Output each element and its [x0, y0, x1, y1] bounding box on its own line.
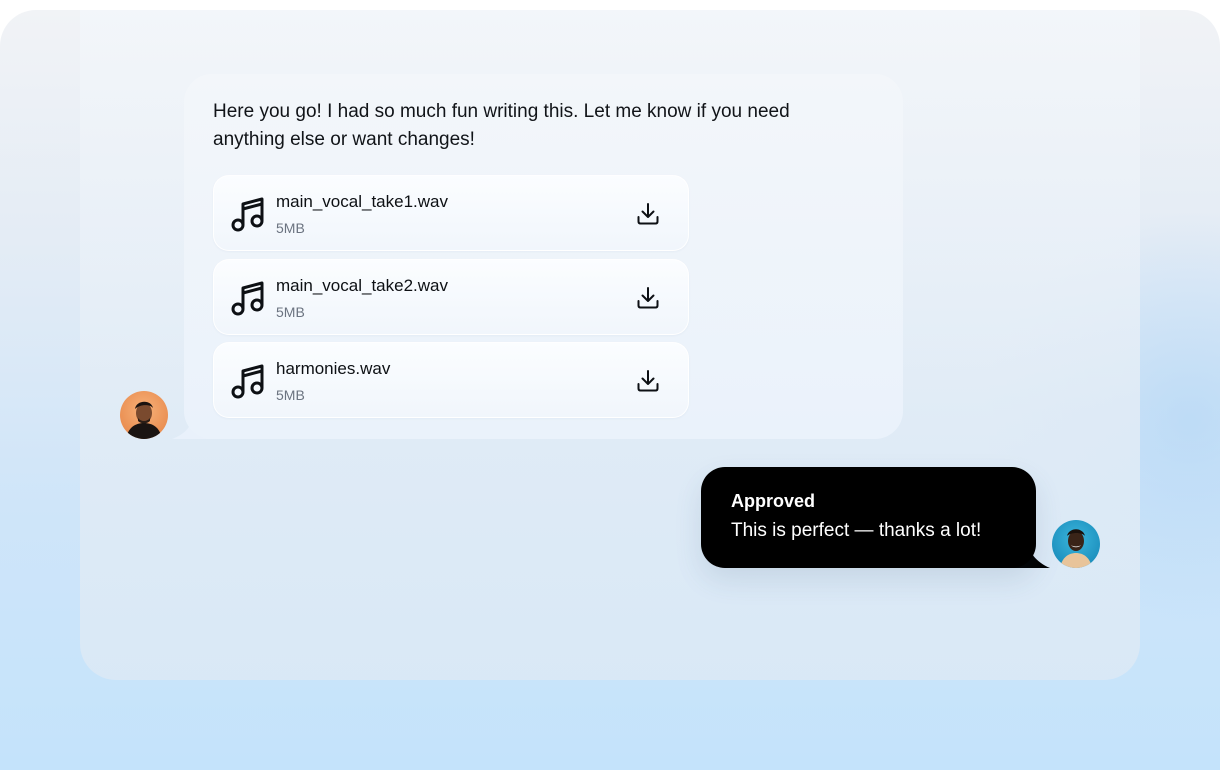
music-note-icon [231, 364, 264, 399]
outgoing-message-text: This is perfect — thanks a lot! [731, 520, 982, 541]
attachment-size: 5MB [276, 220, 305, 236]
incoming-message-text: Here you go! I had so much fun writing t… [213, 101, 790, 150]
attachment-card[interactable]: main_vocal_take2.wav 5MB [213, 259, 689, 335]
download-icon [637, 370, 659, 392]
attachment-size: 5MB [276, 304, 305, 320]
person-avatar-icon [120, 391, 168, 439]
outgoing-message-bubble: Approved This is perfect — thanks a lot! [701, 467, 1036, 568]
download-button[interactable] [634, 200, 662, 228]
chat-background: Here you go! I had so much fun writing t… [0, 10, 1220, 770]
download-icon [637, 287, 659, 309]
incoming-message-bubble: Here you go! I had so much fun writing t… [184, 74, 903, 439]
attachment-name: main_vocal_take2.wav [276, 276, 448, 295]
sender-avatar[interactable] [120, 391, 168, 439]
attachment-name: main_vocal_take1.wav [276, 192, 448, 211]
download-button[interactable] [634, 367, 662, 395]
download-button[interactable] [634, 284, 662, 312]
download-icon [637, 203, 659, 225]
attachment-name: harmonies.wav [276, 359, 391, 378]
attachment-card[interactable]: main_vocal_take1.wav 5MB [213, 175, 689, 251]
music-note-icon [231, 197, 264, 232]
outgoing-message-title: Approved [731, 491, 816, 511]
attachment-size: 5MB [276, 387, 305, 403]
music-note-icon [231, 281, 264, 316]
attachment-card[interactable]: harmonies.wav 5MB [213, 342, 689, 418]
person-avatar-icon [1052, 520, 1100, 568]
user-avatar[interactable] [1052, 520, 1100, 568]
